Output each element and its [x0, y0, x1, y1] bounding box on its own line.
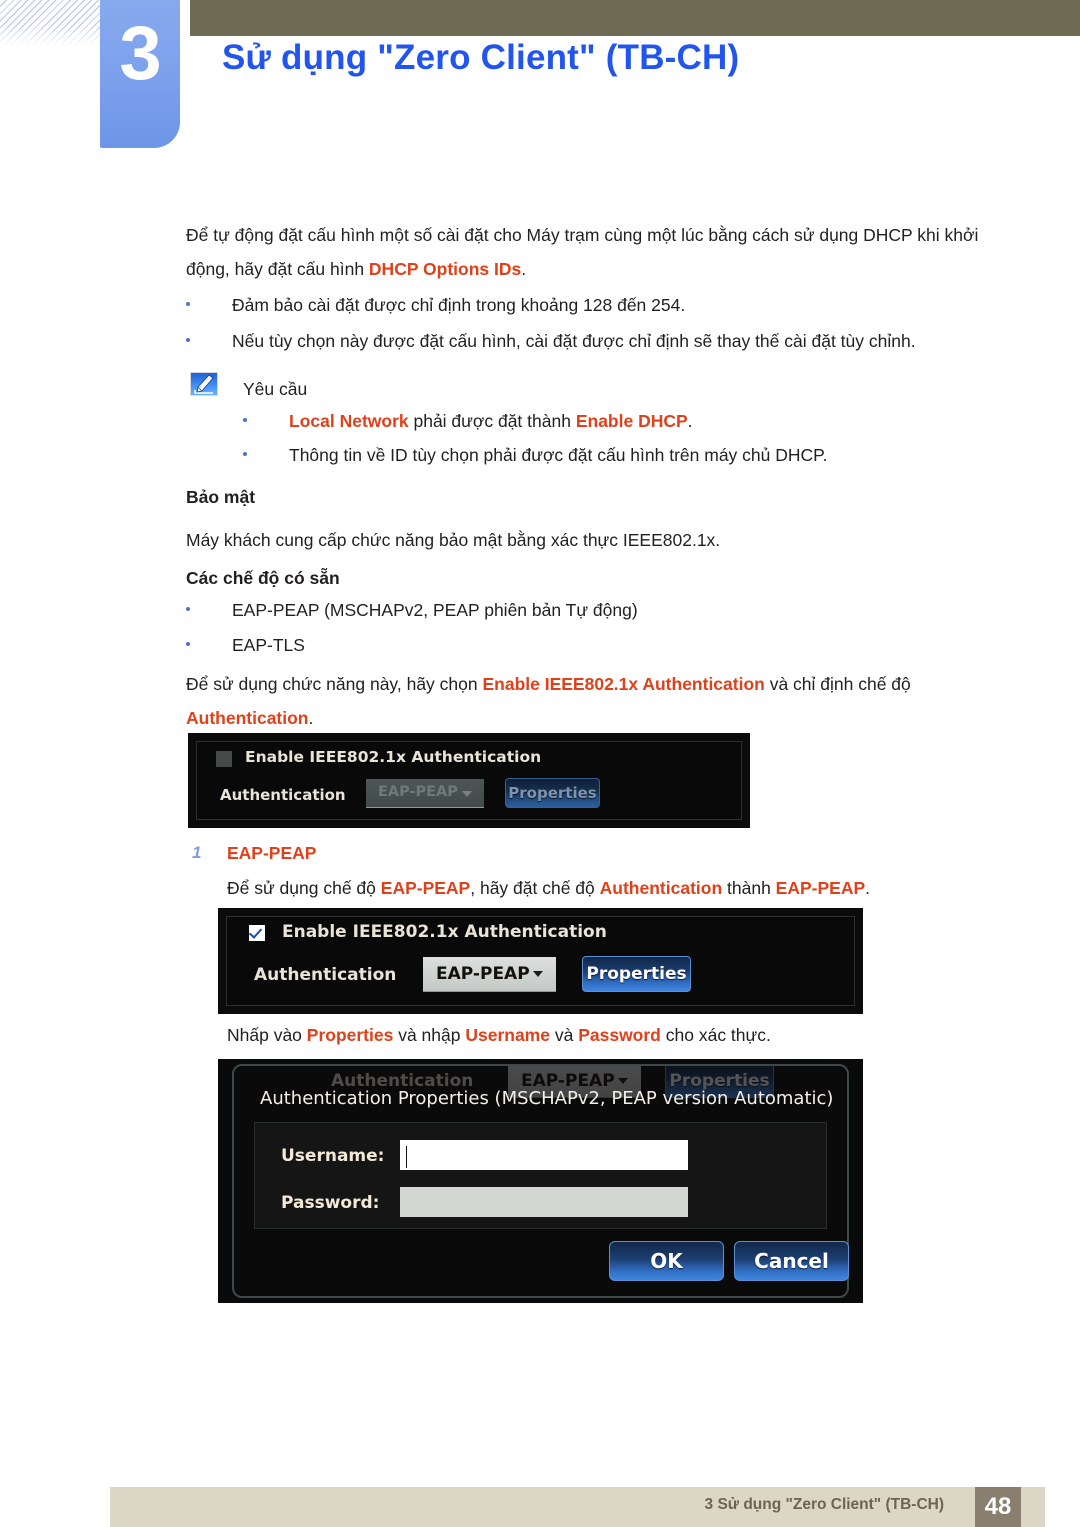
dialog-title: Authentication Properties (MSCHAPv2, PEA… [260, 1088, 834, 1109]
properties-term: Properties [306, 1025, 394, 1045]
usage-mid: và chỉ định chế độ [764, 674, 911, 694]
enable-dhcp-term: Enable DHCP [575, 411, 688, 431]
authentication-combobox[interactable]: EAP-PEAP [423, 957, 556, 992]
step-desc-mid-2: thành [722, 878, 776, 898]
intro-line-2-suffix: . [521, 259, 527, 279]
list-item: Nếu tùy chọn này được đặt cấu hình, cài … [186, 326, 1006, 356]
authentication-term-2: Authentication [599, 878, 723, 898]
step-desc-end: . [865, 878, 871, 898]
list-item-label: EAP-TLS [232, 635, 305, 655]
security-paragraph: Máy khách cung cấp chức năng bảo mật bằn… [186, 530, 721, 550]
chevron-down-icon [462, 791, 472, 797]
local-network-term: Local Network [289, 411, 409, 431]
password-label: Password: [281, 1193, 380, 1213]
cancel-button[interactable]: Cancel [734, 1241, 849, 1281]
page-title: Sử dụng "Zero Client" (TB-CH) [222, 38, 740, 77]
usage-paragraph: Để sử dụng chức năng này, hãy chọn Enabl… [186, 667, 1006, 735]
list-item: EAP-PEAP (MSCHAPv2, PEAP phiên bản Tự độ… [186, 595, 1006, 625]
ok-button[interactable]: OK [609, 1241, 724, 1281]
note-title: Yêu cầu [243, 379, 308, 399]
note-pencil-icon [190, 372, 218, 396]
list-item-label: EAP-PEAP (MSCHAPv2, PEAP phiên bản Tự độ… [232, 600, 638, 620]
usage-end: . [308, 708, 314, 728]
username-term: Username [465, 1025, 550, 1045]
note-list-item-label: Thông tin về ID tùy chọn phải được đặt c… [289, 445, 828, 465]
note-list-item-label: Local Network phải được đặt thành Enable… [243, 406, 1003, 436]
enable-ieee8021x-checkbox-label: Enable IEEE802.1x Authentication [245, 748, 542, 766]
authentication-combobox-value: EAP-PEAP [378, 784, 458, 800]
username-input[interactable] [400, 1140, 688, 1170]
dhcp-options-ids-term: DHCP Options IDs [368, 259, 522, 279]
properties-instruction-prefix: Nhấp vào [227, 1025, 307, 1045]
list-item-label: Đảm bảo cài đặt được chỉ định trong khoả… [232, 295, 686, 315]
note-list-item: Local Network phải được đặt thành Enable… [243, 406, 1003, 436]
properties-instruction: Nhấp vào Properties và nhập Username và … [227, 1018, 1017, 1052]
text-caret [406, 1146, 407, 1168]
properties-instruction-mid-1: và nhập [393, 1025, 466, 1045]
step-desc-mid-1: , hãy đặt chế độ [470, 878, 600, 898]
enable-ieee8021x-term: Enable IEEE802.1x Authentication [482, 674, 765, 694]
header-olive-bar [190, 0, 1080, 36]
properties-button[interactable]: Properties [505, 778, 600, 808]
note-bullet1-mid: phải được đặt thành [408, 411, 576, 431]
list-item: Đảm bảo cài đặt được chỉ định trong khoả… [186, 290, 1006, 320]
screenshot-ieee8021x-enabled: Enable IEEE802.1x Authentication Authent… [218, 908, 863, 1014]
authentication-combobox[interactable]: EAP-PEAP [366, 779, 484, 808]
available-modes-heading: Các chế độ có sẵn [186, 568, 340, 588]
bullet-dot-icon [186, 302, 190, 306]
properties-instruction-end: cho xác thực. [660, 1025, 771, 1045]
password-input[interactable] [400, 1187, 688, 1217]
bullet-dot-icon [243, 452, 247, 456]
security-heading: Bảo mật [186, 487, 256, 507]
properties-instruction-mid-2: và [549, 1025, 579, 1045]
username-label: Username: [281, 1146, 385, 1166]
eap-peap-term-2: EAP-PEAP [775, 878, 866, 898]
authentication-combobox-value: EAP-PEAP [436, 964, 530, 984]
step-title: EAP-PEAP [227, 843, 317, 863]
step-description: Để sử dụng chế độ EAP-PEAP, hãy đặt chế … [227, 871, 1017, 905]
eap-peap-term-1: EAP-PEAP [380, 878, 471, 898]
intro-line-1: Để tự động đặt cấu hình một số cài đặt c… [186, 225, 979, 245]
screenshot-authentication-properties-dialog: Authentication EAP-PEAP Properties Authe… [218, 1059, 863, 1303]
screenshot-ieee8021x-disabled: Enable IEEE802.1x Authentication Authent… [188, 733, 750, 828]
bullet-dot-icon [243, 418, 247, 422]
list-item-label: Nếu tùy chọn này được đặt cấu hình, cài … [232, 331, 916, 351]
properties-button[interactable]: Properties [582, 956, 691, 992]
bullet-dot-icon [186, 607, 190, 611]
password-term: Password [578, 1025, 661, 1045]
bullet-dot-icon [186, 338, 190, 342]
chapter-number: 3 [119, 11, 161, 96]
intro-paragraph: Để tự động đặt cấu hình một số cài đặt c… [186, 218, 1006, 286]
authentication-label: Authentication [220, 786, 346, 804]
step-number: 1 [192, 843, 202, 862]
authentication-label: Authentication [254, 965, 397, 985]
footer-text: 3 Sử dụng "Zero Client" (TB-CH) [704, 1496, 944, 1513]
usage-prefix: Để sử dụng chức năng này, hãy chọn [186, 674, 483, 694]
intro-line-2-prefix: động, hãy đặt cấu hình [186, 259, 369, 279]
step-desc-prefix: Để sử dụng chế độ [227, 878, 381, 898]
enable-ieee8021x-checkbox-label: Enable IEEE802.1x Authentication [282, 922, 607, 942]
enable-ieee8021x-checkbox[interactable] [249, 925, 265, 941]
list-item: EAP-TLS [186, 630, 1006, 660]
chevron-down-icon [533, 971, 543, 977]
note-bullet1-end: . [687, 411, 693, 431]
bullet-dot-icon [186, 642, 190, 646]
page-number: 48 [984, 1493, 1012, 1520]
enable-ieee8021x-checkbox[interactable] [216, 751, 232, 767]
authentication-term: Authentication [186, 708, 309, 728]
note-list-item: Thông tin về ID tùy chọn phải được đặt c… [243, 440, 1003, 470]
